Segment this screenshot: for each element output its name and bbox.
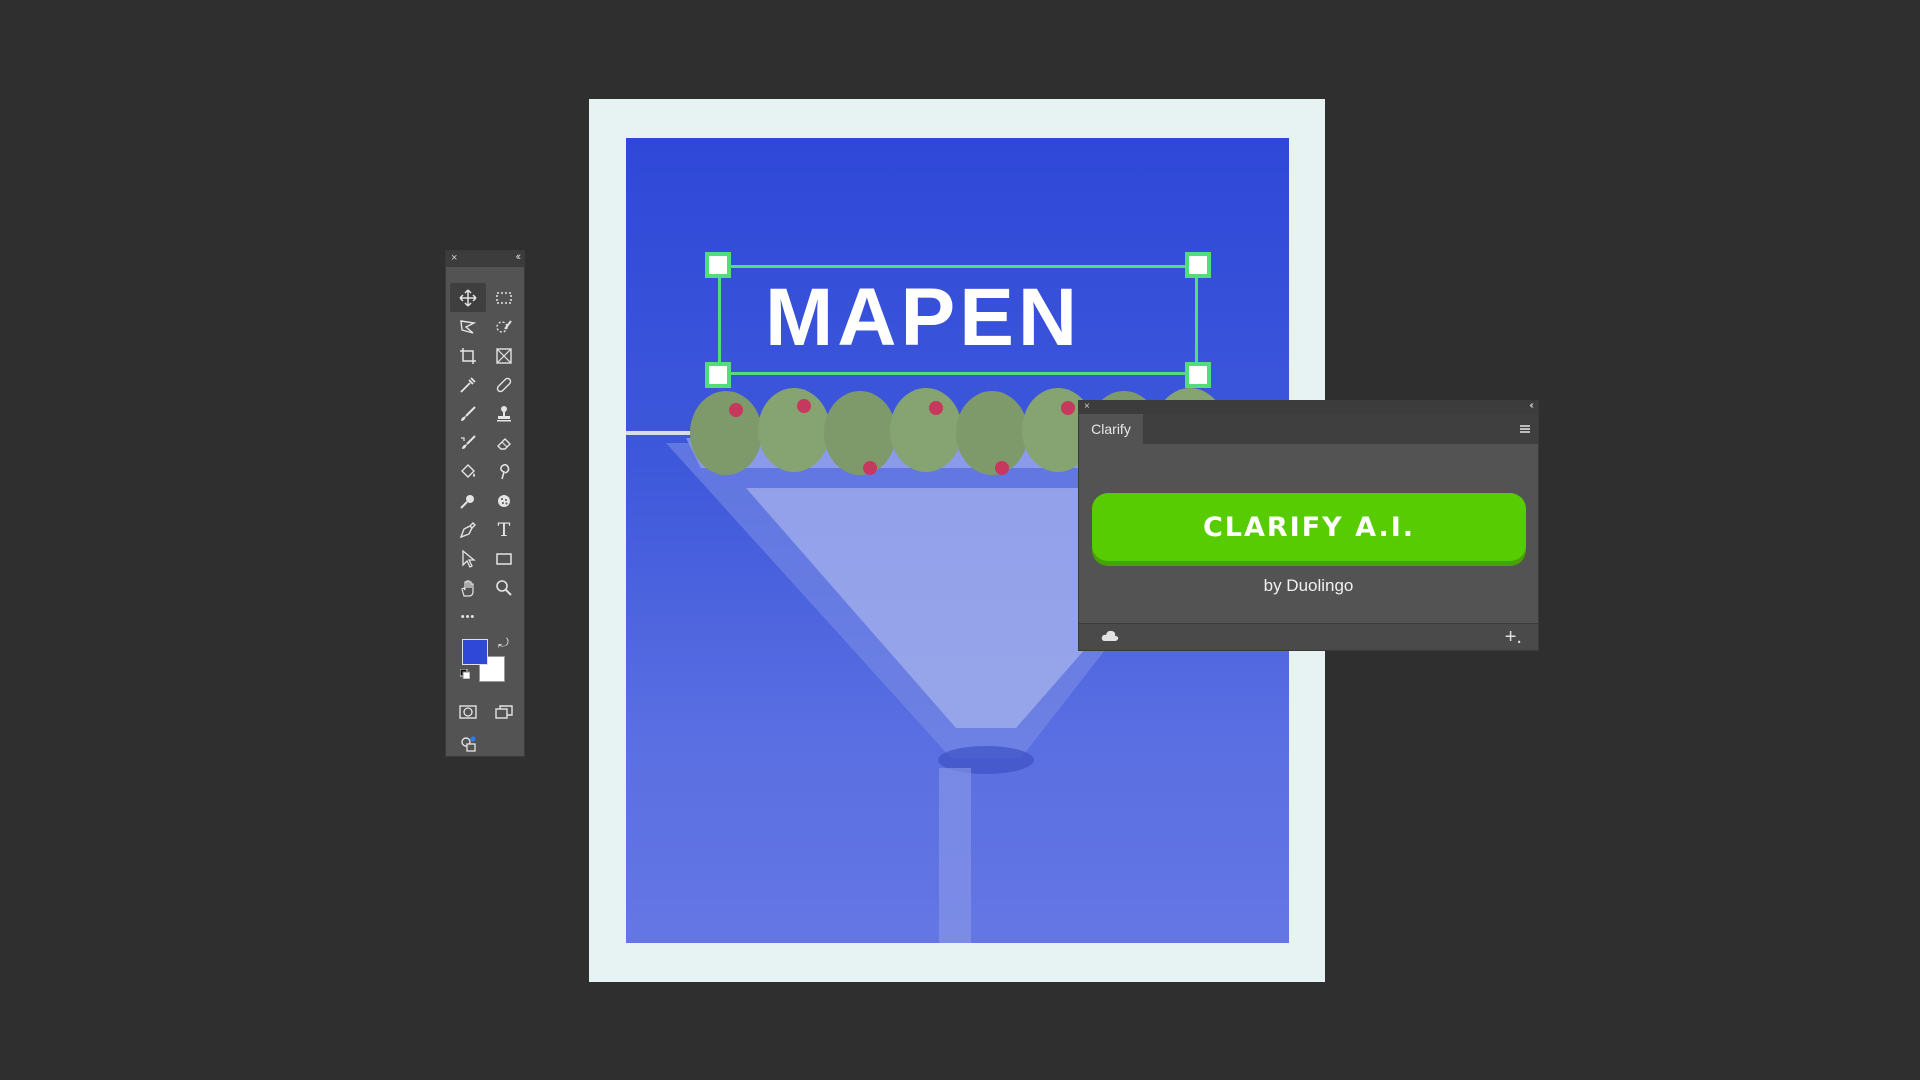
rectangle-marquee-icon	[496, 291, 512, 304]
close-icon[interactable]: ×	[1084, 401, 1090, 412]
polygon-lasso-icon	[460, 319, 477, 334]
type-icon: T	[497, 518, 511, 541]
crop-tool[interactable]	[450, 341, 486, 370]
text-selection-box[interactable]	[718, 265, 1198, 375]
pimento	[929, 401, 943, 415]
hand-tool[interactable]	[450, 573, 486, 602]
rectangle-icon	[496, 552, 512, 565]
magnifier-icon	[496, 579, 512, 596]
stamp-tool[interactable]	[486, 399, 522, 428]
plugin-byline: by Duolingo	[1263, 576, 1354, 595]
path-select-tool[interactable]	[450, 544, 486, 573]
foreground-color-swatch[interactable]	[462, 639, 488, 665]
clarify-tab-bar: Clarify	[1079, 414, 1538, 444]
add-icon[interactable]: +.	[1505, 626, 1522, 649]
screen-mode-button[interactable]	[486, 699, 522, 725]
quick-mask-button[interactable]	[450, 699, 486, 725]
swap-colors-icon[interactable]: ⤾	[498, 635, 509, 651]
clarify-ai-button[interactable]: CLARIFY A.I.	[1092, 493, 1526, 561]
brush-icon	[461, 405, 476, 421]
quick-select-tool[interactable]	[486, 312, 522, 341]
close-icon[interactable]: ×	[451, 252, 457, 264]
sponge-tool[interactable]	[486, 486, 522, 515]
hand-icon	[461, 579, 474, 597]
paint-bucket-icon	[461, 463, 475, 478]
olive	[758, 388, 830, 472]
move-icon	[459, 288, 477, 307]
clarify-panel-footer: +.	[1079, 623, 1538, 650]
pimento	[729, 403, 743, 417]
pimento	[797, 399, 811, 413]
screen-mode-icon	[495, 705, 513, 719]
healing-tool[interactable]	[486, 370, 522, 399]
olive	[690, 391, 762, 475]
tab-clarify[interactable]: Clarify	[1079, 414, 1143, 444]
eyedropper-icon	[460, 376, 476, 393]
collapse-icon[interactable]: ‹‹	[1529, 400, 1533, 411]
dodge-icon	[460, 494, 474, 509]
resize-handle-bottom-left[interactable]	[705, 362, 731, 388]
more-tools[interactable]: •••	[450, 602, 486, 631]
eraser-tool[interactable]	[486, 428, 522, 457]
sponge-icon	[498, 494, 510, 507]
crop-icon	[460, 347, 476, 364]
eraser-icon	[497, 437, 511, 450]
frame-tool[interactable]	[486, 341, 522, 370]
tools-grid: T •••	[450, 283, 522, 631]
pen-tool[interactable]	[450, 515, 486, 544]
stamp-icon	[497, 405, 511, 421]
bandage-icon	[496, 377, 512, 392]
pimento	[1061, 401, 1075, 415]
panel-menu-icon[interactable]	[1520, 425, 1530, 433]
history-brush-tool[interactable]	[450, 428, 486, 457]
history-brush-icon	[461, 434, 476, 449]
resize-handle-top-right[interactable]	[1185, 252, 1211, 278]
frame-icon	[496, 347, 512, 364]
paint-bucket-tool[interactable]	[450, 457, 486, 486]
lasso-tool[interactable]	[450, 312, 486, 341]
arrow-icon	[462, 549, 476, 568]
color-swatches: ⤾	[460, 635, 518, 689]
type-tool[interactable]: T	[486, 515, 522, 544]
clarify-panel: × ‹‹ Clarify CLARIFY A.I. by Duolingo +.	[1078, 400, 1539, 651]
clarify-panel-header[interactable]: × ‹‹	[1079, 400, 1538, 414]
brush-tool[interactable]	[450, 399, 486, 428]
cloud-icon[interactable]	[1101, 629, 1119, 643]
shape-tool[interactable]	[486, 544, 522, 573]
quick-mask-icon	[459, 705, 477, 719]
move-tool[interactable]	[450, 283, 486, 312]
share-icon	[461, 736, 476, 752]
tools-panel-header[interactable]: × ‹‹	[446, 251, 524, 267]
pimento	[863, 461, 877, 475]
marquee-tool[interactable]	[486, 283, 522, 312]
olive	[890, 388, 962, 472]
dodge-tool[interactable]	[450, 486, 486, 515]
collapse-icon[interactable]: ‹‹	[516, 251, 522, 263]
more-icon: •••	[460, 610, 476, 623]
resize-handle-bottom-right[interactable]	[1185, 362, 1211, 388]
quick-selection-icon	[496, 319, 512, 333]
pen-icon	[459, 521, 476, 538]
pimento	[995, 461, 1009, 475]
smudge-icon	[500, 463, 510, 479]
eyedropper-tool[interactable]	[450, 370, 486, 399]
smudge-tool[interactable]	[486, 457, 522, 486]
resize-handle-top-left[interactable]	[705, 252, 731, 278]
olive	[956, 391, 1028, 475]
zoom-tool[interactable]	[486, 573, 522, 602]
glass-stem	[939, 768, 971, 943]
olive	[824, 391, 896, 475]
tools-panel: × ‹‹ T ••• ⤾	[445, 250, 525, 757]
share-button[interactable]	[450, 731, 486, 757]
default-colors-icon[interactable]	[460, 669, 470, 679]
